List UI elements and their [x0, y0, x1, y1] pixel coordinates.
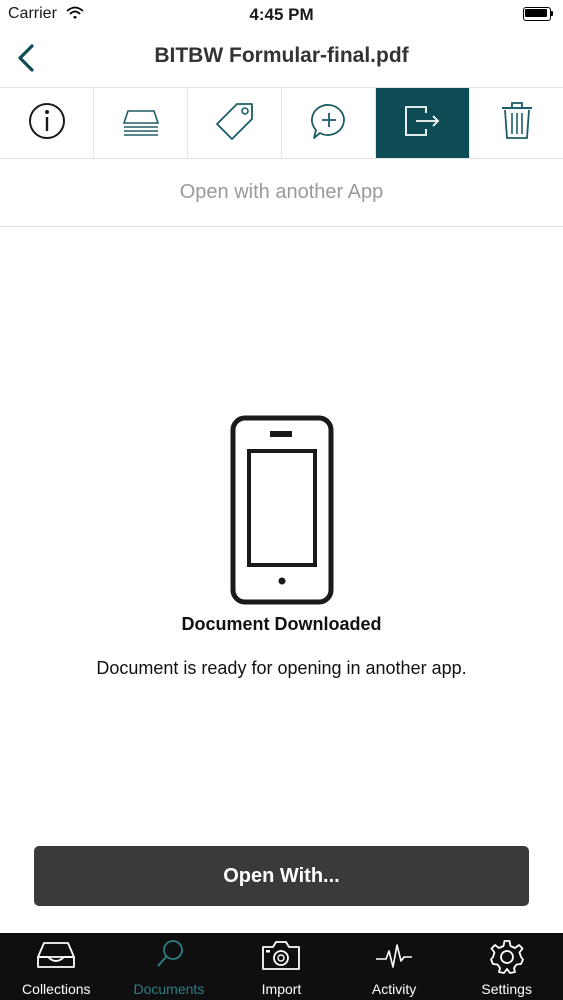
export-icon [402, 103, 444, 144]
chevron-left-icon [10, 44, 44, 80]
tab-label: Activity [371, 981, 417, 997]
tab-activity[interactable]: Activity [338, 933, 451, 1000]
pulse-icon [338, 939, 451, 971]
tab-label: Collections [22, 981, 91, 997]
tab-label: Import [261, 981, 302, 997]
delete-button[interactable] [470, 88, 563, 158]
tab-documents[interactable]: Documents [113, 933, 226, 1000]
add-comment-button[interactable] [282, 88, 376, 158]
message-body: Document is ready for opening in another… [96, 658, 467, 678]
search-icon [113, 939, 226, 971]
tab-import[interactable]: Import [225, 933, 338, 1000]
action-toolbar [0, 87, 563, 159]
stack-button[interactable] [94, 88, 188, 158]
add-comment-icon [308, 100, 350, 147]
trash-icon [499, 101, 535, 146]
status-time: 4:45 PM [249, 5, 314, 24]
info-button[interactable] [0, 88, 94, 158]
open-with-button[interactable]: Open With... [34, 846, 529, 906]
tab-settings[interactable]: Settings [450, 933, 563, 1000]
back-button[interactable] [10, 40, 44, 76]
tab-label: Documents [133, 981, 205, 997]
tag-button[interactable] [188, 88, 282, 158]
phone-icon [230, 415, 334, 610]
tag-icon [214, 100, 256, 147]
info-icon [27, 101, 67, 146]
gear-icon [450, 939, 563, 975]
stack-icon [120, 103, 162, 144]
camera-icon [225, 939, 338, 971]
inbox-tray-icon [0, 939, 113, 971]
page-title: BITBW Formular-final.pdf [154, 44, 409, 67]
status-bar: Carrier 4:45 PM [0, 0, 563, 30]
navigation-bar: BITBW Formular-final.pdf [0, 30, 563, 86]
tab-bar: Collections Documents Import Activity Se… [0, 933, 563, 1000]
tab-label: Settings [481, 981, 532, 997]
battery-icon [523, 7, 554, 21]
tab-collections[interactable]: Collections [0, 933, 113, 1000]
export-button[interactable] [376, 88, 470, 158]
section-header: Open with another App [0, 158, 563, 227]
message-title: Document Downloaded [181, 614, 382, 634]
